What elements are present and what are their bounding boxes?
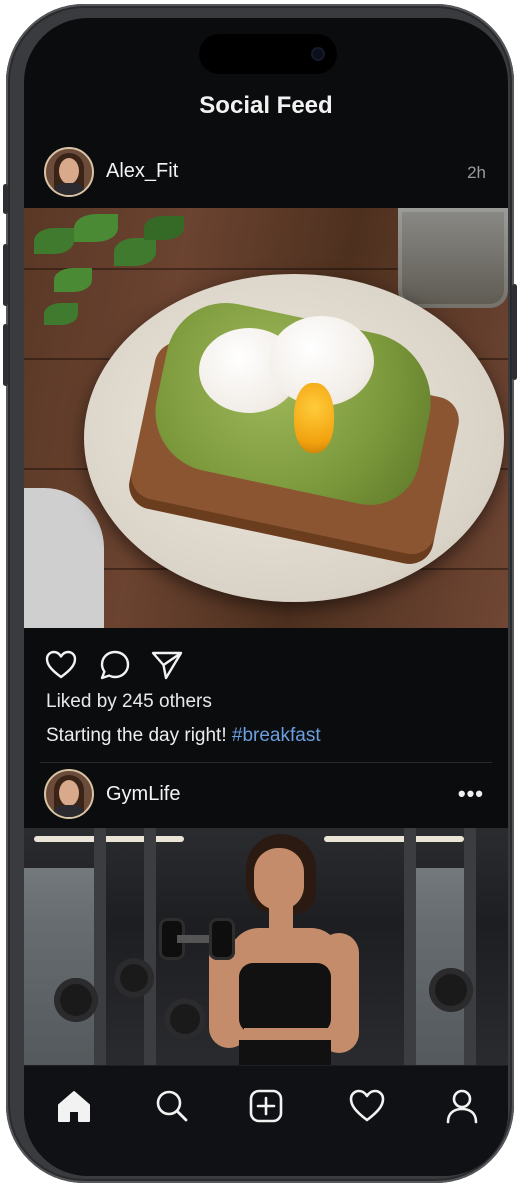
volume-down-button	[3, 324, 8, 386]
avatar[interactable]	[44, 147, 94, 197]
profile-icon[interactable]	[442, 1086, 482, 1126]
post-timestamp: 2h	[467, 163, 486, 182]
dumbbell	[159, 918, 235, 960]
post-username[interactable]: GymLife	[106, 783, 180, 806]
comment-icon[interactable]	[98, 648, 132, 682]
post-image[interactable]	[24, 208, 508, 628]
post-header: Alex_Fit 2h	[24, 145, 508, 205]
power-button	[512, 284, 517, 380]
home-icon[interactable]	[54, 1086, 94, 1126]
hashtag-link[interactable]: #breakfast	[232, 725, 321, 746]
search-icon[interactable]	[152, 1086, 192, 1126]
post-username[interactable]: Alex_Fit	[106, 160, 178, 183]
napkin	[24, 488, 104, 628]
leggings	[239, 1040, 331, 1068]
activity-heart-icon[interactable]	[347, 1086, 387, 1126]
post-image[interactable]	[24, 828, 508, 1068]
camera-icon	[311, 47, 325, 61]
page-title: Social Feed	[199, 92, 333, 119]
post-divider	[40, 762, 492, 763]
pepper-jar	[398, 208, 508, 308]
post-header: GymLife •••	[24, 767, 508, 827]
likes-count[interactable]: Liked by 245 others	[46, 691, 212, 713]
post-actions	[44, 648, 244, 682]
heart-icon[interactable]	[44, 648, 78, 682]
egg-yolk	[294, 383, 334, 453]
action-button	[3, 184, 8, 214]
sports-bra	[239, 963, 331, 1033]
app-screen: Social Feed Alex_Fit 2h Liked by 245 oth…	[24, 18, 508, 1176]
share-icon[interactable]	[150, 648, 184, 682]
caption-text: Starting the day right!	[46, 725, 227, 746]
dynamic-island	[199, 34, 337, 74]
post-caption: Starting the day right! #breakfast	[46, 725, 321, 747]
volume-up-button	[3, 244, 8, 306]
bottom-tab-bar	[24, 1065, 508, 1176]
create-post-icon[interactable]	[246, 1086, 286, 1126]
avatar[interactable]	[44, 769, 94, 819]
more-options-icon[interactable]: •••	[458, 781, 484, 807]
phone-frame: Social Feed Alex_Fit 2h Liked by 245 oth…	[3, 4, 517, 1183]
person-face	[254, 848, 304, 910]
